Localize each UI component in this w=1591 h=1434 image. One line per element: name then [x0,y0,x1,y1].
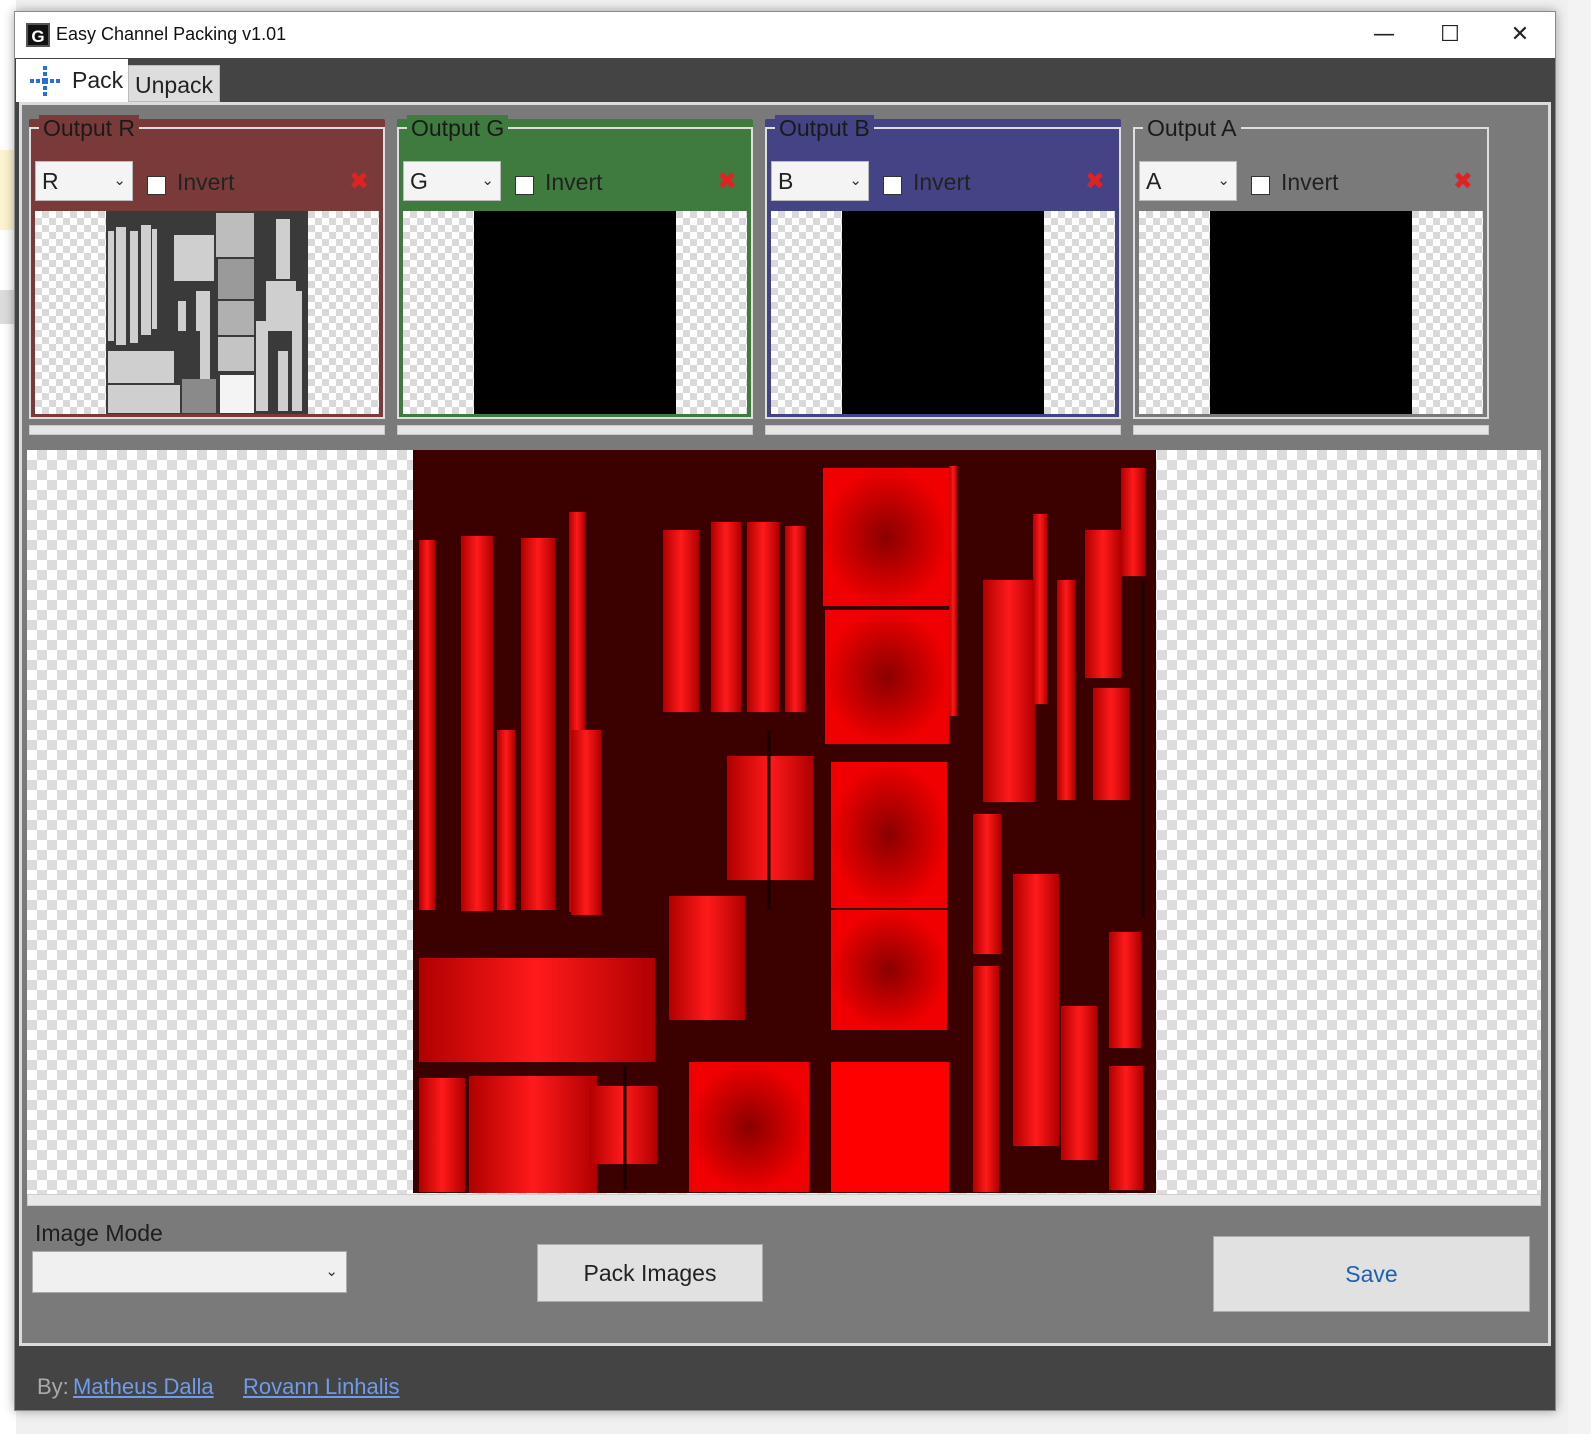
output-b-channel-value: B [778,168,794,194]
output-g-invert-checkbox[interactable] [515,176,534,195]
tab-pack[interactable]: Pack [16,59,128,102]
output-a-group: Output A A ⌄ Invert ✖ [1133,115,1489,435]
background-note [0,150,14,230]
tab-strip: Pack Unpack [15,58,1555,102]
output-a-invert-label: Invert [1281,169,1339,195]
tab-unpack[interactable]: Unpack [128,65,220,102]
output-b-scrollbar[interactable] [765,425,1121,435]
tab-unpack-label: Unpack [135,72,213,98]
output-b-channel-select[interactable]: B ⌄ [771,161,869,201]
close-button[interactable]: ✕ [1487,18,1553,52]
chevron-down-icon: ⌄ [325,1262,338,1280]
output-r-remove-icon[interactable]: ✖ [349,167,369,195]
output-a-legend: Output A [1143,115,1241,141]
black-image [842,211,1044,414]
chevron-down-icon: ⌄ [481,172,494,189]
image-mode-label: Image Mode [35,1220,163,1246]
chevron-down-icon: ⌄ [113,172,126,189]
title-bar[interactable]: G Easy Channel Packing v1.01 — ☐ ✕ [15,12,1555,58]
minimize-button[interactable]: — [1351,18,1417,52]
footer-bar: By: Matheus Dalla Rovann Linhalis [15,1352,1555,1410]
output-b-group: Output B B ⌄ Invert ✖ [765,115,1121,435]
output-g-scrollbar[interactable] [397,425,753,435]
background-app-right [1568,0,1591,1434]
chevron-down-icon: ⌄ [1217,172,1230,189]
output-r-group: Output R R ⌄ Invert ✖ [29,115,385,435]
pack-images-button[interactable]: Pack Images [537,1244,763,1302]
packed-texture-image [413,450,1156,1193]
output-g-legend: Output G [407,115,509,141]
output-a-remove-icon[interactable]: ✖ [1453,167,1473,195]
output-a-invert-checkbox[interactable] [1251,176,1270,195]
author-link-rovann[interactable]: Rovann Linhalis [243,1374,400,1400]
output-g-channel-select[interactable]: G ⌄ [403,161,501,201]
output-b-remove-icon[interactable]: ✖ [1085,167,1105,195]
tab-pack-label: Pack [72,67,124,93]
output-a-scrollbar[interactable] [1133,425,1489,435]
output-b-invert-label: Invert [913,169,971,195]
pack-panel: Output R R ⌄ Invert ✖ Output G G ⌄ Inver… [19,102,1551,1346]
credits-label: By: [37,1374,69,1399]
output-a-channel-select[interactable]: A ⌄ [1139,161,1237,201]
preview-scrollbar[interactable] [27,1194,1541,1206]
output-g-remove-icon[interactable]: ✖ [717,167,737,195]
output-b-invert-checkbox[interactable] [883,176,902,195]
save-button[interactable]: Save [1213,1236,1530,1312]
output-g-thumbnail[interactable] [403,211,747,414]
window-title: Easy Channel Packing v1.01 [56,24,287,44]
output-g-group: Output G G ⌄ Invert ✖ [397,115,753,435]
packed-preview [27,450,1541,1194]
black-image [474,211,676,414]
maximize-button[interactable]: ☐ [1417,18,1483,52]
author-link-matheus[interactable]: Matheus Dalla [73,1374,214,1400]
output-a-thumbnail[interactable] [1139,211,1483,414]
black-image [1210,211,1412,414]
output-r-legend: Output R [39,115,140,141]
chevron-down-icon: ⌄ [849,172,862,189]
app-logo-icon: G [26,23,50,47]
output-b-legend: Output B [775,115,874,141]
output-g-invert-label: Invert [545,169,603,195]
app-window: G Easy Channel Packing v1.01 — ☐ ✕ Pack … [14,11,1556,1411]
output-a-channel-value: A [1146,168,1162,194]
output-r-scrollbar[interactable] [29,425,385,435]
background-panel [0,290,14,324]
output-g-channel-value: G [410,168,428,194]
output-r-invert-label: Invert [177,169,235,195]
output-r-channel-select[interactable]: R ⌄ [35,161,133,201]
output-b-thumbnail[interactable] [771,211,1115,414]
pack-arrows-icon [30,66,60,96]
output-r-invert-checkbox[interactable] [147,176,166,195]
output-r-thumbnail[interactable] [35,211,379,414]
output-r-channel-value: R [42,168,59,194]
image-mode-select[interactable]: ⌄ [32,1251,347,1293]
source-texture-image [106,211,308,414]
